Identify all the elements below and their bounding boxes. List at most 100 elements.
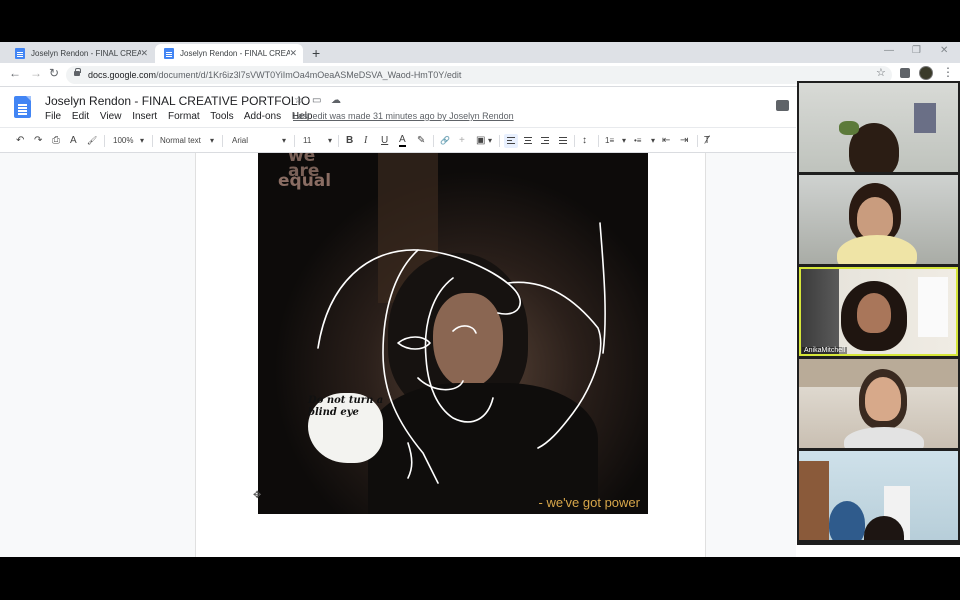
toolbar-divider xyxy=(598,135,599,147)
participant-shirt xyxy=(844,427,924,448)
document-page[interactable]: we are equal Do not turn a blind eye - we… xyxy=(195,153,706,557)
numbered-list-icon[interactable]: 1≡ xyxy=(605,134,614,148)
menu-format[interactable]: Format xyxy=(168,111,200,122)
paragraph-style-select[interactable]: Normal text xyxy=(160,134,201,148)
insert-link-icon[interactable]: 🔗 xyxy=(440,134,450,148)
toolbar-divider xyxy=(574,135,575,147)
comment-history-icon[interactable] xyxy=(776,100,789,111)
window-light xyxy=(918,277,948,337)
new-tab-button[interactable]: + xyxy=(312,44,320,63)
forward-icon[interactable]: → xyxy=(30,66,42,80)
justify-button[interactable] xyxy=(556,134,570,148)
toolbar-divider xyxy=(338,135,339,147)
participant-name: AnikaMitchell xyxy=(802,347,848,354)
artwork-text-blind-eye: Do not turn a blind eye xyxy=(308,395,384,418)
video-tile-1[interactable] xyxy=(799,83,958,172)
clear-formatting-icon[interactable]: Ⱦ xyxy=(704,134,710,148)
back-icon[interactable]: ← xyxy=(9,66,21,80)
url-host: docs.google.com xyxy=(88,70,157,80)
reload-icon[interactable]: ↻ xyxy=(49,66,59,80)
door-frame xyxy=(799,461,829,540)
zoom-select[interactable]: 100% xyxy=(113,134,133,148)
browser-tab-1[interactable]: Joselyn Rendon - FINAL CREATIV ✕ xyxy=(6,44,154,63)
paint-format-icon[interactable]: 🖌 xyxy=(87,134,97,148)
toolbar-divider xyxy=(294,135,295,147)
toolbar-divider xyxy=(499,135,500,147)
participant-silhouette xyxy=(829,501,865,540)
bookmark-star-icon[interactable]: ☆ xyxy=(876,66,886,79)
print-icon[interactable]: ⎙ xyxy=(52,134,60,148)
text-color-button[interactable]: A xyxy=(399,134,406,147)
bold-button[interactable]: B xyxy=(346,134,353,148)
close-window-button[interactable]: ✕ xyxy=(940,45,948,56)
add-comment-icon[interactable]: + xyxy=(459,134,465,148)
menu-view[interactable]: View xyxy=(100,111,122,122)
profile-avatar[interactable] xyxy=(919,66,933,80)
toolbar-divider xyxy=(104,135,105,147)
video-tile-5[interactable] xyxy=(799,451,958,540)
video-tile-3[interactable]: AnikaMitchell xyxy=(799,267,958,356)
participant-face xyxy=(857,197,893,239)
extensions-icon[interactable] xyxy=(900,68,910,78)
dropdown-arrow-icon: ▾ xyxy=(651,136,656,145)
redo-icon[interactable]: ↷ xyxy=(34,134,42,148)
formatting-toolbar: ↶ ↷ ⎙ A 🖌 100% ▾ Normal text ▾ Arial ▾ 1… xyxy=(0,127,796,153)
last-edit-link[interactable]: Last edit was made 31 minutes ago by Jos… xyxy=(293,111,514,121)
tab-title: Joselyn Rendon - FINAL CREATIV xyxy=(180,49,290,58)
menu-tools[interactable]: Tools xyxy=(210,111,233,122)
menu-edit[interactable]: Edit xyxy=(72,111,89,122)
decrease-indent-icon[interactable]: ⇤ xyxy=(662,134,670,148)
dropdown-arrow-icon: ▾ xyxy=(210,136,215,145)
increase-indent-icon[interactable]: ⇥ xyxy=(680,134,688,148)
artwork-caption: - we've got power xyxy=(538,495,640,510)
font-size-select[interactable]: 11 xyxy=(303,134,311,148)
dropdown-arrow-icon: ▾ xyxy=(622,136,627,145)
cloud-status-icon[interactable]: ☁ xyxy=(331,95,341,106)
browser-menu-icon[interactable]: ⋮ xyxy=(942,65,954,79)
docs-favicon-icon xyxy=(164,48,174,59)
spellcheck-icon[interactable]: A xyxy=(70,134,77,148)
close-tab-icon[interactable]: ✕ xyxy=(140,44,148,63)
line-spacing-icon[interactable]: ↕ xyxy=(582,134,587,148)
underline-button[interactable]: U xyxy=(381,134,388,148)
dropdown-arrow-icon: ▾ xyxy=(488,136,493,145)
toolbar-divider xyxy=(152,135,153,147)
star-document-icon[interactable]: ☆ xyxy=(294,95,303,106)
menu-file[interactable]: File xyxy=(45,111,61,122)
dropdown-arrow-icon: ▾ xyxy=(282,136,287,145)
tab-title: Joselyn Rendon - FINAL CREATIV xyxy=(31,49,141,58)
participant-face xyxy=(857,293,891,333)
align-right-button[interactable] xyxy=(538,134,552,148)
url-field[interactable]: docs.google.com/document/d/1Kr6iz3l7sVWT… xyxy=(66,66,892,84)
document-title[interactable]: Joselyn Rendon - FINAL CREATIVE PORTFOLI… xyxy=(45,94,310,108)
font-select[interactable]: Arial xyxy=(232,134,248,148)
move-folder-icon[interactable]: ▭ xyxy=(312,95,321,106)
minimize-button[interactable]: — xyxy=(884,45,894,56)
portfolio-artwork-image[interactable]: we are equal Do not turn a blind eye - we… xyxy=(258,153,648,514)
docs-logo-icon[interactable] xyxy=(14,96,31,118)
lock-icon xyxy=(74,68,81,76)
maximize-button[interactable]: ❐ xyxy=(912,45,921,56)
docs-menu-bar: File Edit View Insert Format Tools Add-o… xyxy=(45,111,320,122)
close-tab-icon[interactable]: ✕ xyxy=(289,44,297,63)
document-canvas[interactable]: we are equal Do not turn a blind eye - we… xyxy=(0,153,796,557)
insert-image-icon[interactable]: ▣ xyxy=(476,134,485,148)
highlight-color-icon[interactable]: ✎ xyxy=(417,134,425,148)
video-tile-2[interactable] xyxy=(799,175,958,264)
bulleted-list-icon[interactable]: •≡ xyxy=(634,134,641,148)
browser-tab-2[interactable]: Joselyn Rendon - FINAL CREATIV ✕ xyxy=(155,44,303,63)
video-tile-4[interactable] xyxy=(799,359,958,448)
move-cursor-icon: ✥ xyxy=(253,490,262,501)
wall-picture xyxy=(914,103,936,133)
align-left-button[interactable] xyxy=(504,134,518,148)
dropdown-arrow-icon: ▾ xyxy=(328,136,333,145)
undo-icon[interactable]: ↶ xyxy=(16,134,24,148)
tab-strip: Joselyn Rendon - FINAL CREATIV ✕ Joselyn… xyxy=(0,42,960,63)
align-center-button[interactable] xyxy=(521,134,535,148)
docs-favicon-icon xyxy=(15,48,25,59)
artwork-text-equal: equal xyxy=(278,171,332,191)
italic-button[interactable]: I xyxy=(364,134,367,148)
menu-insert[interactable]: Insert xyxy=(132,111,157,122)
menu-add-ons[interactable]: Add-ons xyxy=(244,111,281,122)
toolbar-divider xyxy=(697,135,698,147)
